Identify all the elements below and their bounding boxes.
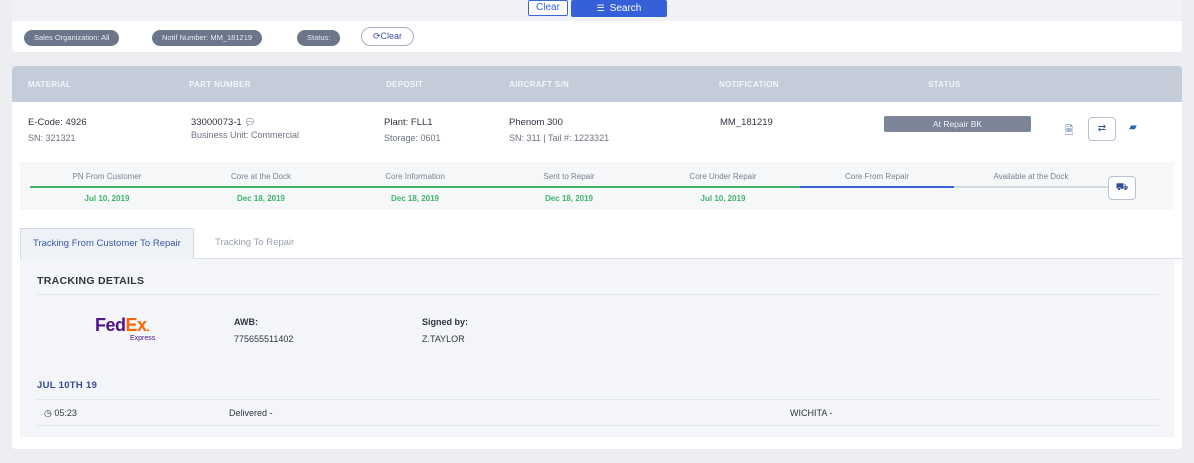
document-icon[interactable]: 🗎︎	[1062, 122, 1076, 137]
refresh-icon: ⟳	[372, 31, 381, 41]
event-status: Delivered -	[229, 408, 273, 418]
truck-icon: ⛟	[1115, 182, 1129, 193]
event-location: WICHITA -	[790, 408, 833, 418]
tracking-details-title: TRACKING DETAILS	[37, 275, 145, 287]
step-date: Dec 18, 2019	[390, 194, 440, 203]
search-button[interactable]: ☰ Search	[571, 0, 667, 17]
status-badge: At Repair BK	[884, 116, 1031, 132]
order-card: MATERIAL PART NUMBER DEPOSIT AIRCRAFT S/…	[12, 66, 1182, 449]
tab-tracking-to-repair[interactable]: Tracking To Repair	[203, 228, 306, 259]
step-date: Dec 18, 2019	[544, 194, 594, 203]
header-status: STATUS	[928, 80, 961, 89]
notification-number: MM_181219	[720, 117, 773, 128]
event-time: ◷ 05:23	[44, 408, 77, 419]
business-unit: Business Unit: Commercial	[191, 130, 300, 140]
signed-by-value: Z.TAYLOR	[422, 334, 465, 344]
step-label: Core Under Repair	[689, 172, 757, 181]
refresh-status-button[interactable]: ⇄	[1088, 117, 1116, 141]
filter-chip-notif-number[interactable]: Notif Number: MM_181219	[152, 30, 263, 46]
comment-icon[interactable]: 💬︎	[244, 117, 255, 127]
chip-clear-label: Clear	[380, 31, 403, 41]
header-notification: NOTIFICATION	[719, 80, 779, 89]
tracking-tabs: Tracking From Customer To Repair Trackin…	[20, 228, 1182, 259]
awb-value: 775655511402	[234, 334, 294, 344]
book-icon[interactable]: ▰	[1126, 122, 1140, 136]
filter-actions-bar: Clear ☰ Search	[12, 0, 1182, 21]
filter-chip-sales-org[interactable]: Sales Organization: All	[24, 30, 120, 46]
divider	[37, 399, 1159, 400]
fedex-logo: FedEx. Express	[95, 315, 156, 342]
chip-clear-button[interactable]: ⟳Clear	[361, 27, 414, 46]
signed-by-label: Signed by:	[422, 317, 469, 327]
clock-icon: ◷	[44, 408, 52, 418]
filter-chip-status[interactable]: Status:	[297, 30, 341, 46]
step-date: Dec 18, 2019	[236, 194, 286, 203]
tracking-details-panel: TRACKING DETAILS FedEx. Express AWB: 775…	[20, 259, 1174, 437]
material-code: E-Code: 4926	[28, 117, 87, 128]
header-aircraft-sn: AIRCRAFT S/N	[509, 80, 570, 89]
progress-line-pending	[954, 186, 1108, 188]
header-part-number: PART NUMBER	[189, 80, 251, 89]
header-deposit: DEPOSIT	[386, 80, 424, 89]
step-date: Jul 10, 2019	[700, 194, 746, 203]
aircraft-sn: SN: 311 | Tail #: 1223321	[509, 133, 610, 143]
part-number: 33000073-1 💬︎	[191, 117, 256, 128]
divider	[37, 425, 1159, 426]
step-label: Available at the Dock	[993, 172, 1069, 181]
shipping-button[interactable]: ⛟	[1108, 176, 1136, 200]
step-label: Core at the Dock	[230, 172, 292, 181]
progress-tracker: PN From Customer Core at the Dock Core I…	[20, 162, 1174, 210]
header-material: MATERIAL	[28, 80, 72, 89]
table-header: MATERIAL PART NUMBER DEPOSIT AIRCRAFT S/…	[12, 66, 1182, 102]
event-date-heading: JUL 10TH 19	[37, 380, 98, 391]
part-number-value: 33000073-1	[191, 117, 242, 128]
awb-label: AWB:	[234, 317, 258, 327]
deposit-storage: Storage: 0601	[384, 133, 441, 143]
step-label: Core From Repair	[844, 172, 909, 181]
divider	[37, 294, 1159, 295]
step-label: Core Information	[385, 172, 445, 181]
step-label: PN From Customer	[72, 172, 142, 181]
step-date: Jul 10, 2019	[84, 194, 130, 203]
clear-filters-button[interactable]: Clear	[528, 0, 568, 16]
search-button-label: Search	[609, 3, 642, 14]
event-time-value: 05:23	[54, 408, 77, 418]
filter-panel: Clear ☰ Search Sales Organization: All No…	[12, 0, 1182, 52]
sliders-icon: ☰	[596, 3, 605, 13]
step-label: Sent to Repair	[543, 172, 595, 181]
progress-line-current	[800, 186, 954, 188]
aircraft-model: Phenom 300	[509, 117, 563, 128]
progress-line-done	[30, 186, 800, 188]
retweet-icon: ⇄	[1097, 123, 1107, 134]
deposit-plant: Plant: FLL1	[384, 117, 433, 128]
tab-tracking-from-customer[interactable]: Tracking From Customer To Repair	[20, 228, 194, 259]
material-sn: SN: 321321	[28, 133, 76, 143]
